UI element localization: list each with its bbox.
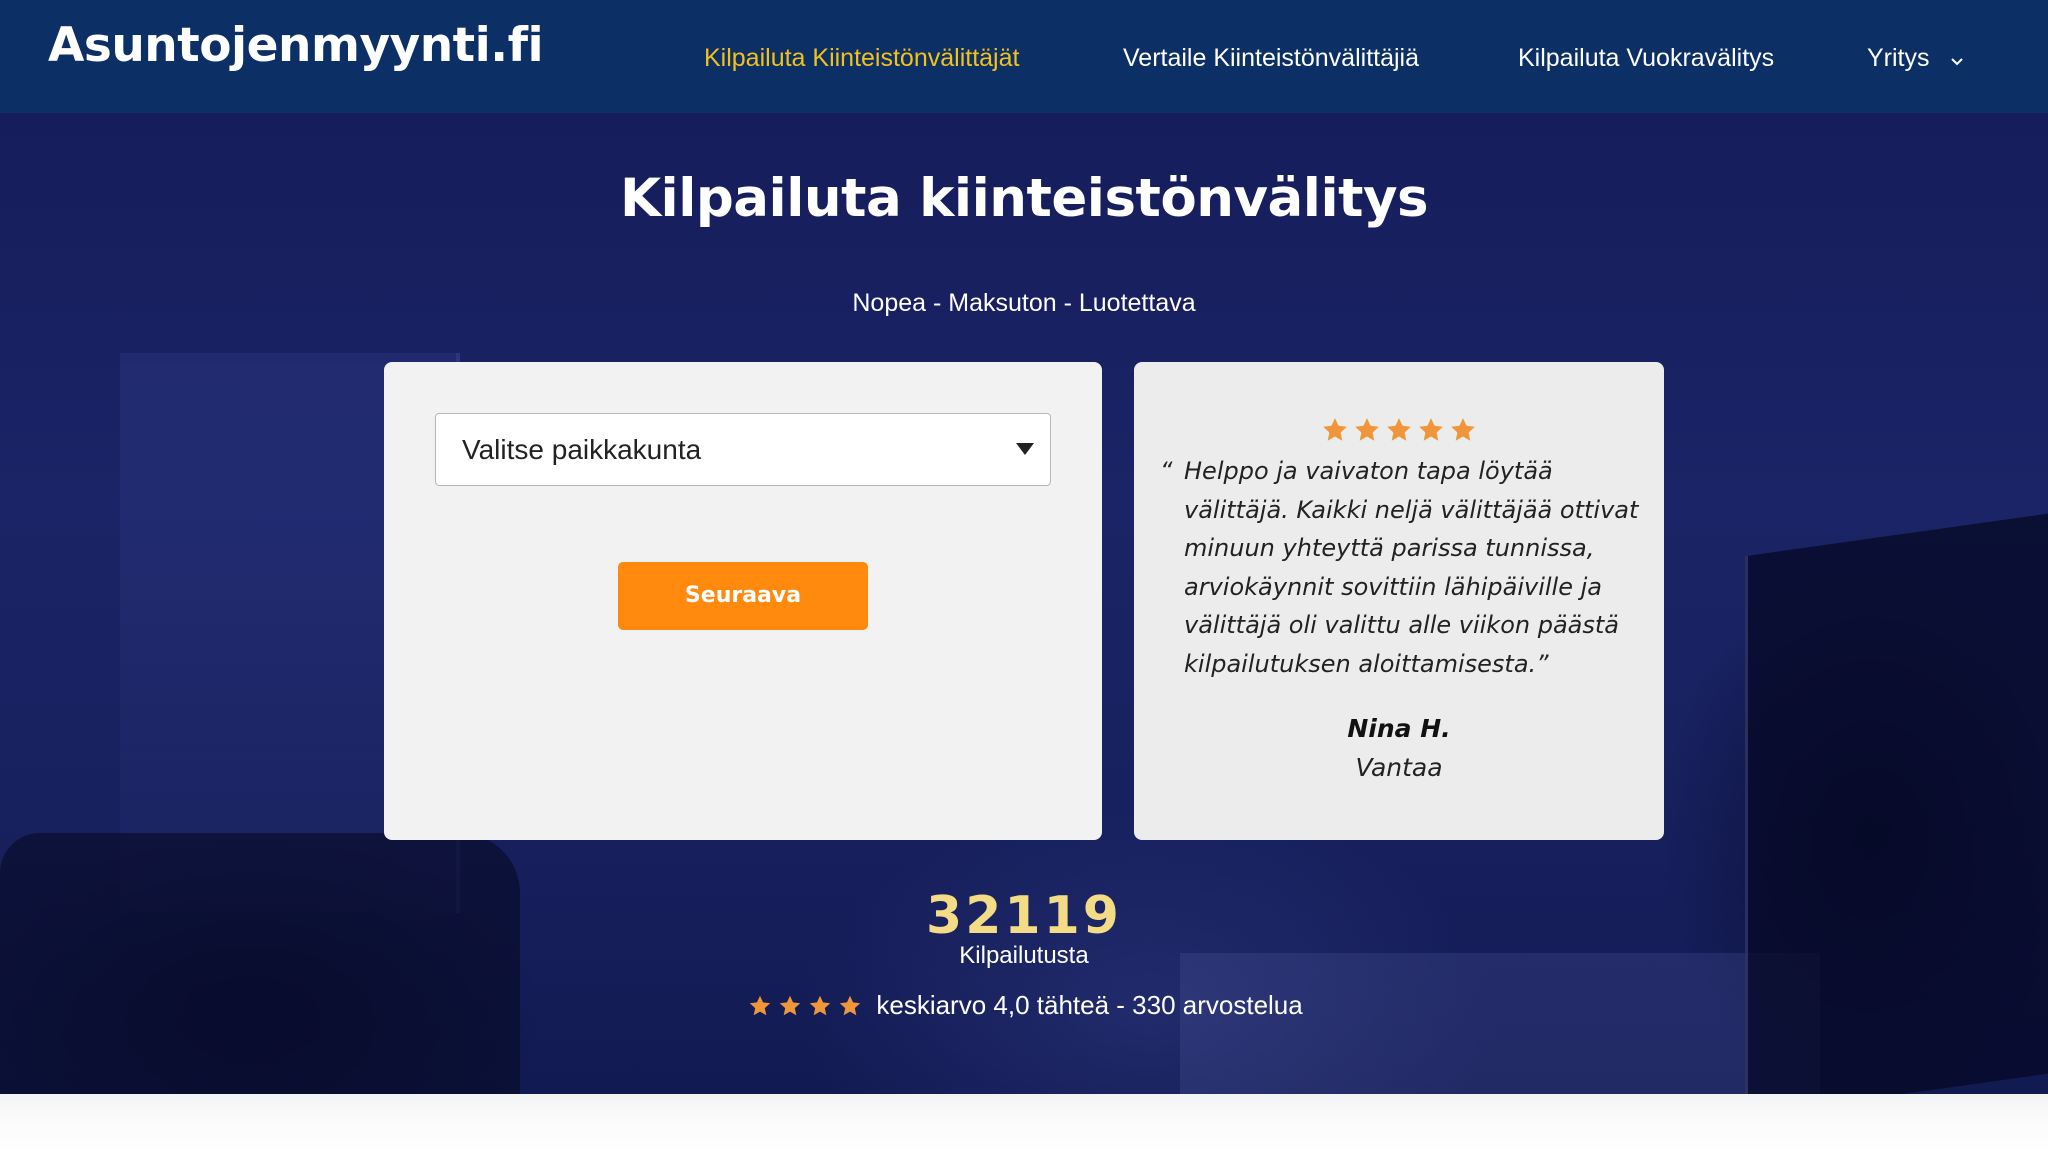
review-quote: “ Helppo ja vaivaton tapa löytää välittäj…	[1160, 452, 1642, 683]
background-shelf	[1180, 953, 1820, 1094]
star-icon	[1323, 418, 1347, 441]
competition-count-label: Kilpailutusta	[959, 942, 1089, 969]
nav-item-yritys[interactable]: Yritys	[1867, 44, 1964, 74]
next-section-edge	[0, 1094, 2048, 1152]
reviewer-city: Vantaa	[1355, 753, 1443, 782]
rating-text: keskiarvo 4,0 tähteä - 330 arvostelua	[876, 990, 1303, 1020]
star-icon	[1387, 418, 1411, 441]
form-card: Valitse paikkakunta Seuraava	[384, 362, 1102, 840]
competition-count: 32119	[926, 886, 1122, 946]
nav-item-label: Kilpailuta Vuokravälitys	[1518, 44, 1775, 72]
hero-title: Kilpailuta kiinteistönvälitys	[619, 168, 1429, 229]
star-icon	[840, 995, 861, 1015]
review-stars	[1134, 416, 1664, 448]
star-icon	[1451, 418, 1475, 441]
star-icon	[1419, 418, 1443, 441]
review-text: Helppo ja vaivaton tapa löytää välittäjä…	[1184, 457, 1639, 678]
reviewer-name: Nina H.	[1347, 714, 1451, 743]
city-select-value: Valitse paikkakunta	[462, 434, 702, 465]
chevron-down-icon	[1950, 45, 1964, 74]
star-icon	[780, 995, 801, 1015]
next-button[interactable]: Seuraava	[618, 562, 868, 630]
hero-subtitle: Nopea - Maksuton - Luotettava	[852, 289, 1196, 317]
star-icon	[750, 995, 771, 1015]
nav-item-vertaile[interactable]: Vertaile Kiinteistönvälittäjiä	[1123, 44, 1419, 73]
city-select[interactable]: Valitse paikkakunta	[435, 413, 1051, 486]
caret-down-icon	[1016, 443, 1034, 455]
close-quote: ”	[1536, 649, 1549, 678]
rating-stars	[745, 994, 865, 1018]
site-header: Asuntojenmyynti.fi Kilpailuta Kiinteistö…	[0, 0, 2048, 113]
nav-item-label: Kilpailuta Kiinteistönvälittäjät	[704, 44, 1020, 72]
open-quote: “	[1160, 457, 1173, 485]
nav-item-label: Yritys	[1867, 44, 1930, 72]
review-card: “ Helppo ja vaivaton tapa löytää välittäj…	[1134, 362, 1664, 840]
rating-summary: keskiarvo 4,0 tähteä - 330 arvostelua	[0, 990, 2048, 1021]
nav-item-kilpailuta-kiinteistonvalittajat[interactable]: Kilpailuta Kiinteistönvälittäjät	[704, 44, 1019, 73]
star-icon	[1355, 418, 1379, 441]
main-nav: Kilpailuta Kiinteistönvälittäjät Vertail…	[0, 44, 2048, 76]
nav-item-label: Vertaile Kiinteistönvälittäjiä	[1123, 44, 1419, 72]
nav-item-vuokravalitys[interactable]: Kilpailuta Vuokravälitys	[1518, 44, 1774, 73]
star-icon	[810, 995, 831, 1015]
